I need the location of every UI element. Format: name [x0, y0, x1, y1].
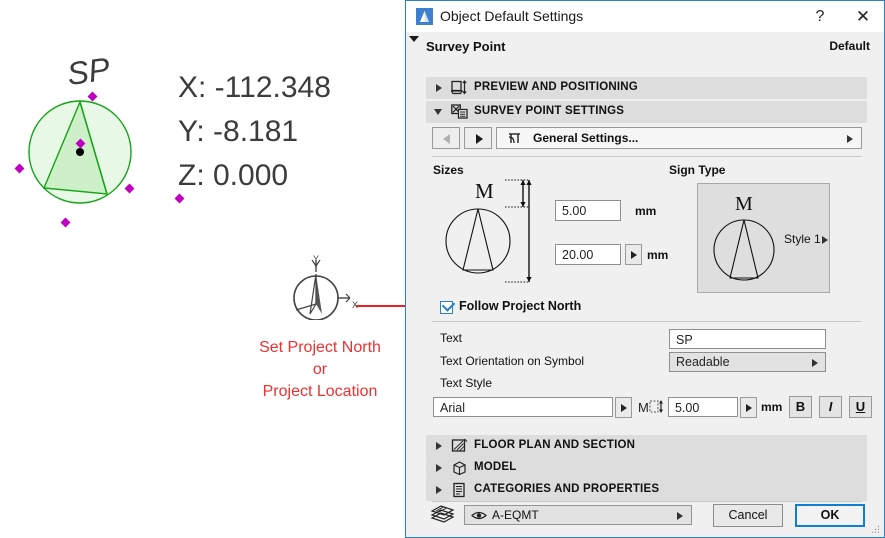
follow-project-north-label: Follow Project North [459, 299, 581, 313]
chevron-right-icon [812, 359, 818, 367]
font-family-dropdown-button[interactable] [615, 397, 632, 418]
section-label: PREVIEW AND POSITIONING [474, 81, 638, 93]
section-preview-and-positioning[interactable]: PREVIEW AND POSITIONING [426, 77, 867, 99]
section-categories-and-properties[interactable]: CATEGORIES AND PROPERTIES [426, 479, 867, 501]
bold-button[interactable]: B [789, 396, 812, 418]
general-settings-dropdown[interactable]: General Settings... [496, 127, 862, 149]
text-orientation-value: Readable [676, 355, 730, 369]
sizes-group-label: Sizes [433, 163, 464, 177]
favorites-label: Default [829, 39, 870, 53]
text-height-input[interactable]: 5.00 [668, 397, 738, 417]
section-label: SURVEY POINT SETTINGS [474, 105, 624, 117]
survey-point-text-label: SP [65, 50, 112, 93]
annotation-line-2: or [236, 359, 404, 381]
compass-y-axis-label: Y [313, 254, 319, 264]
coordinate-z: Z: 0.000 [178, 159, 288, 193]
text-size-field[interactable]: 5.00 [555, 200, 621, 221]
ok-button[interactable]: OK [795, 504, 865, 527]
coordinate-x: X: -112.348 [178, 71, 331, 105]
annotation-line-3: Project Location [236, 381, 404, 403]
chevron-right-icon [436, 442, 442, 450]
symbol-size-field[interactable]: 20.00 [555, 244, 621, 265]
symbol-size-unit-label: mm [647, 248, 668, 262]
preview-positioning-icon [451, 80, 468, 96]
check-icon [442, 298, 455, 311]
chevron-right-icon [822, 236, 828, 244]
settings-navigator-row: General Settings... [432, 127, 862, 149]
follow-project-north-checkbox[interactable] [440, 301, 453, 314]
text-height-icon: M [638, 397, 666, 417]
hotspot-node [175, 194, 185, 204]
floor-plan-icon [451, 438, 468, 454]
section-label: FLOOR PLAN AND SECTION [474, 439, 635, 451]
sign-style-label: Style 1 [784, 232, 821, 246]
section-model[interactable]: MODEL [426, 457, 867, 479]
svg-text:M: M [475, 179, 494, 203]
text-height-stepper[interactable] [740, 397, 757, 418]
chevron-right-icon [677, 512, 683, 520]
sign-type-selector[interactable]: M Style 1 [697, 183, 830, 293]
chevron-down-icon [434, 109, 442, 115]
document-list-icon [451, 482, 468, 498]
font-family-input[interactable]: Arial [433, 397, 613, 417]
divider [432, 321, 862, 322]
object-default-settings-dialog: Object Default Settings ? ✕ Survey Point… [405, 0, 885, 538]
svg-text:M: M [638, 400, 649, 415]
divider [432, 156, 862, 157]
chevron-right-icon [436, 464, 442, 472]
layer-value: A-EQMT [492, 508, 539, 522]
text-field-label: Text [440, 331, 462, 345]
divider [432, 501, 862, 502]
resize-grip-icon[interactable] [872, 525, 880, 533]
project-north-annotation: Set Project North or Project Location [236, 337, 404, 403]
dialog-titlebar: Object Default Settings ? ✕ [406, 1, 884, 32]
section-label: CATEGORIES AND PROPERTIES [474, 483, 659, 495]
panel-collapse-marker-icon[interactable] [409, 36, 419, 42]
annotation-line-1: Set Project North [236, 337, 404, 359]
dialog-title: Object Default Settings [440, 8, 583, 24]
chevron-right-icon [436, 486, 442, 494]
survey-point-illustration: SP X: -112.348 Y: -8.181 Z: 0.000 Y X Se… [0, 0, 405, 538]
general-settings-label: General Settings... [533, 131, 638, 145]
text-height-unit-label: mm [761, 400, 782, 414]
previous-page-button[interactable] [432, 127, 460, 149]
page-title: Survey Point [426, 39, 505, 54]
project-north-compass-icon [278, 258, 358, 320]
hotspot-node [61, 218, 71, 228]
sign-type-group-label: Sign Type [669, 163, 725, 177]
underline-button[interactable]: U [849, 396, 872, 418]
chevron-right-icon [436, 84, 442, 92]
svg-text:M: M [735, 193, 753, 215]
archicad-app-icon [416, 8, 433, 25]
cube-icon [451, 460, 468, 476]
italic-button[interactable]: I [819, 396, 842, 418]
section-label: MODEL [474, 461, 517, 473]
text-style-label: Text Style [440, 376, 492, 390]
text-input[interactable]: SP [669, 329, 826, 349]
next-page-button[interactable] [464, 127, 492, 149]
settings-node-icon [506, 131, 524, 147]
text-orientation-label: Text Orientation on Symbol [440, 354, 584, 368]
section-survey-point-settings[interactable]: SURVEY POINT SETTINGS [426, 101, 867, 123]
layers-icon[interactable] [430, 505, 455, 523]
help-button[interactable]: ? [808, 6, 832, 28]
survey-point-settings-icon [451, 104, 468, 120]
sign-type-preview: M [708, 190, 784, 288]
section-floor-plan-and-section[interactable]: FLOOR PLAN AND SECTION [426, 435, 867, 457]
text-size-unit-label: mm [635, 204, 656, 218]
close-icon[interactable]: ✕ [850, 6, 876, 28]
chevron-right-icon [847, 135, 853, 143]
sizes-preview-drawing: M [433, 177, 553, 289]
eye-icon [471, 509, 487, 522]
cancel-button[interactable]: Cancel [713, 504, 783, 527]
coordinate-y: Y: -8.181 [178, 115, 298, 149]
symbol-size-stepper[interactable] [625, 244, 642, 265]
text-orientation-dropdown[interactable]: Readable [669, 352, 826, 372]
dialog-subheader: Survey Point Default [406, 32, 884, 63]
layer-dropdown[interactable]: A-EQMT [464, 505, 692, 525]
